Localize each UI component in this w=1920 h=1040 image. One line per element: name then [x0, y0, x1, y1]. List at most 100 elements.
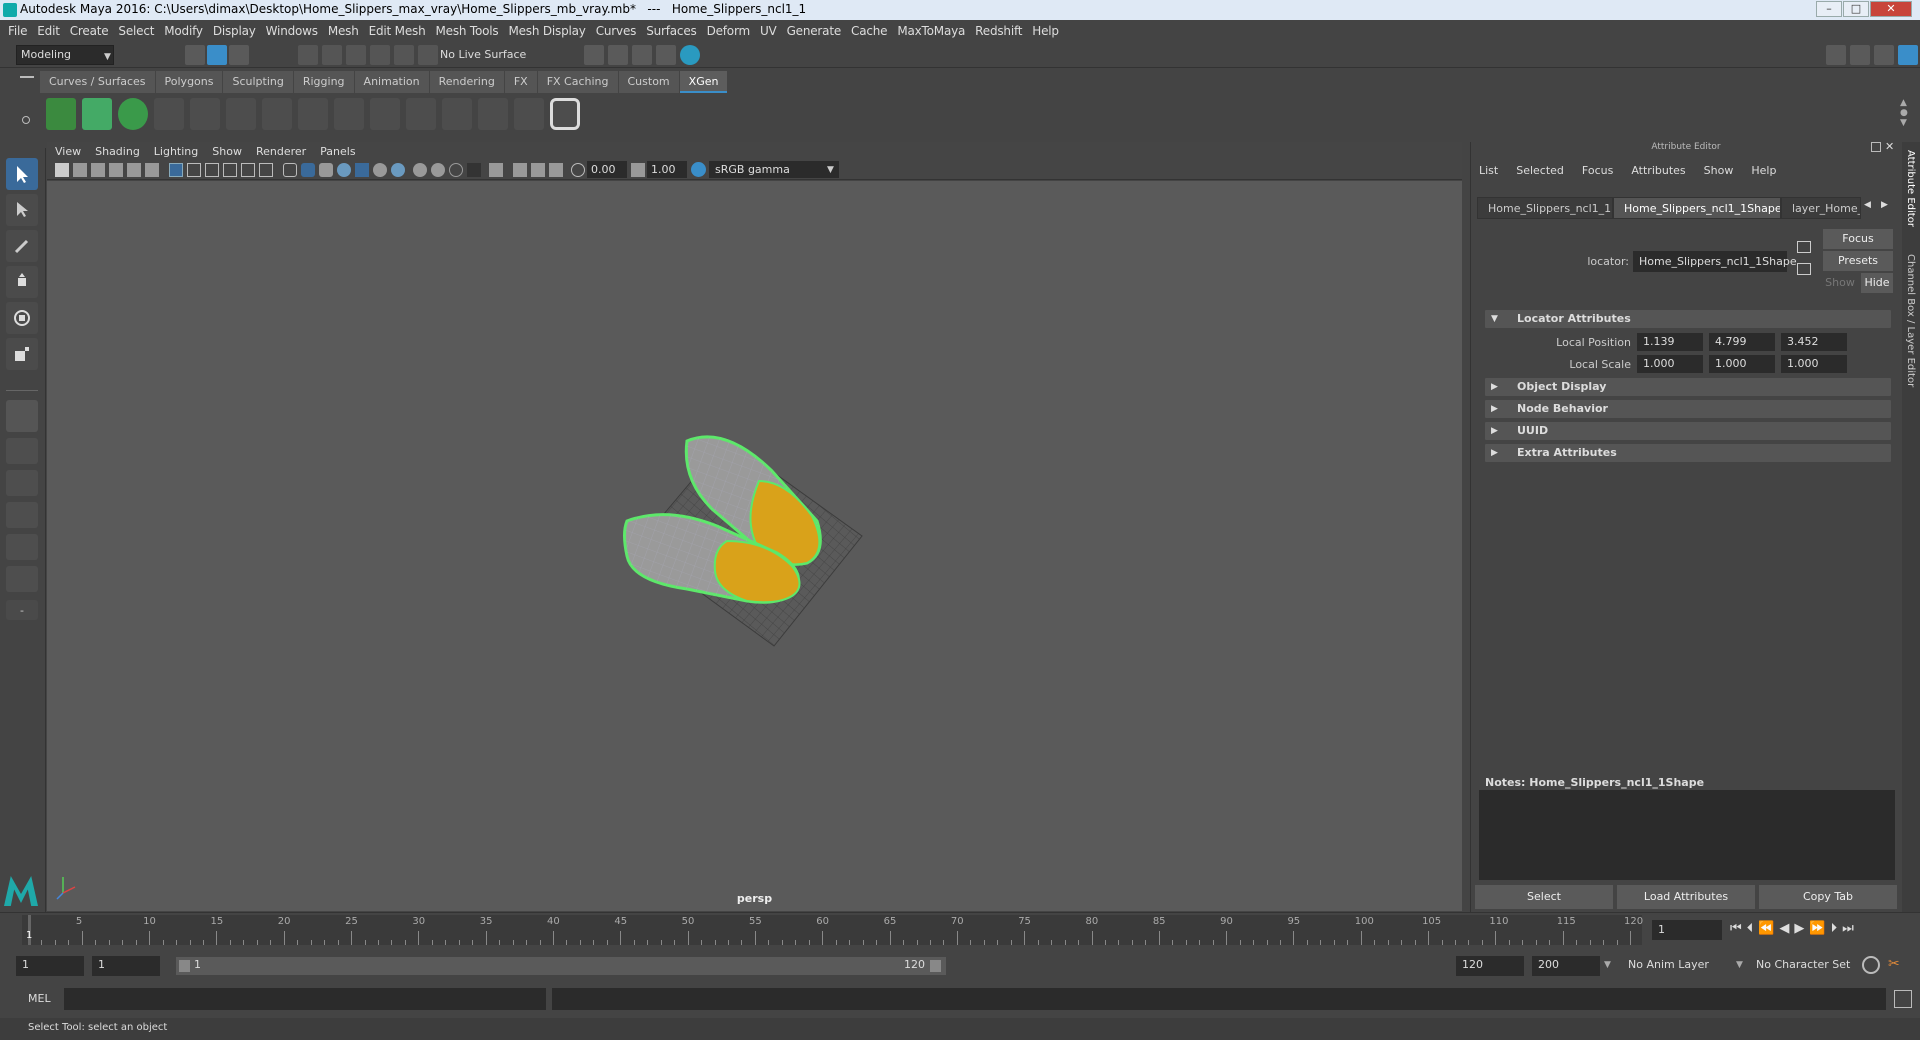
tab-scroll-left-icon[interactable]: ◀ — [1864, 200, 1871, 210]
section-locator-attributes[interactable]: ▼ Locator Attributes — [1485, 310, 1891, 328]
tab-shape-node[interactable]: Home_Slippers_ncl1_1Shape — [1613, 197, 1781, 219]
tab-curves-surfaces[interactable]: Curves / Surfaces — [40, 71, 155, 93]
tab-scroll-right-icon[interactable]: ▶ — [1881, 200, 1888, 210]
shaded-wireframe-icon[interactable] — [337, 163, 351, 177]
xgen-add-guide-icon[interactable] — [190, 98, 220, 130]
snap-point-icon[interactable] — [346, 45, 366, 65]
xray-joints-icon[interactable] — [549, 163, 563, 177]
menu-mesh-tools[interactable]: Mesh Tools — [433, 24, 506, 38]
ae-menu-selected[interactable]: Selected — [1516, 164, 1564, 177]
gate-mask-icon[interactable] — [223, 163, 237, 177]
show-button[interactable]: Show — [1823, 276, 1857, 289]
menuset-dropdown[interactable]: Modeling — [16, 45, 114, 65]
menu-uv[interactable]: UV — [758, 24, 785, 38]
make-live-icon[interactable] — [418, 45, 438, 65]
go-to-output-icon[interactable] — [1797, 263, 1811, 275]
image-plane-icon[interactable] — [109, 163, 123, 177]
ae-menu-show[interactable]: Show — [1704, 164, 1734, 177]
tab-fx[interactable]: FX — [504, 71, 537, 93]
step-forward-key-icon[interactable]: ⏩ — [1809, 921, 1830, 936]
go-to-start-icon[interactable]: ⏮ — [1730, 921, 1747, 936]
load-attributes-button[interactable]: Load Attributes — [1617, 885, 1755, 909]
vp-menu-shading[interactable]: Shading — [95, 145, 140, 158]
minimize-button[interactable]: – — [1816, 1, 1842, 17]
play-back-icon[interactable]: ◀ — [1779, 921, 1794, 936]
use-lights-icon[interactable] — [373, 163, 387, 177]
xgen-layers-icon[interactable] — [370, 98, 400, 130]
select-tool-icon[interactable] — [6, 158, 38, 190]
presets-button[interactable]: Presets — [1823, 251, 1893, 271]
focus-button[interactable]: Focus — [1823, 229, 1893, 249]
four-view-layout-icon[interactable] — [6, 438, 38, 464]
xgen-create-description-icon[interactable] — [118, 98, 148, 130]
grease-pencil-icon[interactable] — [145, 163, 159, 177]
local-position-y-field[interactable]: 4.799 — [1709, 333, 1775, 351]
step-back-icon[interactable]: ⏴ — [1747, 921, 1759, 936]
scene-start-field[interactable]: 1 — [16, 956, 84, 976]
section-extra-attributes[interactable]: ▶ Extra Attributes — [1485, 444, 1891, 462]
xgen-delete-icon[interactable] — [514, 98, 544, 130]
snap-grid-icon[interactable] — [298, 45, 318, 65]
menu-mesh[interactable]: Mesh — [326, 24, 367, 38]
range-end-handle[interactable] — [930, 960, 941, 972]
menu-edit[interactable]: Edit — [35, 24, 67, 38]
section-node-behavior[interactable]: ▶ Node Behavior — [1485, 400, 1891, 418]
render-view-icon[interactable] — [584, 45, 604, 65]
custom-layout-icon[interactable] — [6, 566, 38, 592]
shelf-options-gear-icon[interactable] — [22, 116, 30, 124]
section-object-display[interactable]: ▶ Object Display — [1485, 378, 1891, 396]
current-frame-field[interactable]: 1 — [1652, 920, 1722, 940]
antialiasing-icon[interactable] — [449, 163, 463, 177]
2d-pan-zoom-icon[interactable] — [127, 163, 141, 177]
playback-end-field[interactable]: 120 — [1456, 956, 1524, 976]
close-button[interactable]: ✕ — [1870, 1, 1912, 17]
vp-menu-show[interactable]: Show — [212, 145, 242, 158]
motion-blur-icon[interactable] — [431, 163, 445, 177]
menu-mesh-display[interactable]: Mesh Display — [506, 24, 593, 38]
xgen-guides-icon[interactable] — [154, 98, 184, 130]
hypershade-icon[interactable] — [680, 45, 700, 65]
tab-layer-node[interactable]: layer_Home_S — [1781, 197, 1861, 219]
range-start-handle[interactable] — [179, 960, 190, 972]
tab-rendering[interactable]: Rendering — [429, 71, 504, 93]
local-position-z-field[interactable]: 3.452 — [1781, 333, 1847, 351]
ae-menu-list[interactable]: List — [1479, 164, 1498, 177]
xgen-sculpt-guide-icon[interactable] — [226, 98, 256, 130]
menu-display[interactable]: Display — [211, 24, 264, 38]
go-to-end-icon[interactable]: ⏭ — [1842, 921, 1859, 936]
notes-textarea[interactable] — [1479, 790, 1895, 880]
local-scale-z-field[interactable]: 1.000 — [1781, 355, 1847, 373]
tab-transform-node[interactable]: Home_Slippers_ncl1_1 — [1477, 197, 1613, 219]
animation-prefs-icon[interactable]: ✂ — [1888, 956, 1900, 972]
camera-attr-icon[interactable] — [73, 163, 87, 177]
tab-custom[interactable]: Custom — [618, 71, 679, 93]
paint-select-tool-icon[interactable] — [6, 230, 38, 262]
persp-hypershade-layout-icon[interactable] — [6, 534, 38, 560]
auto-key-icon[interactable] — [1862, 956, 1880, 974]
film-gate-icon[interactable] — [187, 163, 201, 177]
copy-tab-button[interactable]: Copy Tab — [1759, 885, 1897, 909]
menu-redshift[interactable]: Redshift — [973, 24, 1030, 38]
step-back-key-icon[interactable]: ⏪ — [1758, 921, 1779, 936]
section-uuid[interactable]: ▶ UUID — [1485, 422, 1891, 440]
select-button[interactable]: Select — [1475, 885, 1613, 909]
local-scale-y-field[interactable]: 1.000 — [1709, 355, 1775, 373]
exposure-field[interactable]: 0.00 — [587, 161, 627, 178]
snap-curve-icon[interactable] — [322, 45, 342, 65]
channel-box-toggle-icon[interactable] — [1898, 45, 1918, 65]
bookmark-icon[interactable] — [91, 163, 105, 177]
resolution-gate-icon[interactable] — [205, 163, 219, 177]
ae-menu-focus[interactable]: Focus — [1582, 164, 1613, 177]
vp-menu-panels[interactable]: Panels — [320, 145, 355, 158]
lasso-tool-icon[interactable] — [6, 194, 38, 226]
range-slider[interactable]: 1 120 — [176, 957, 946, 975]
snap-view-plane-icon[interactable] — [370, 45, 390, 65]
default-material-icon[interactable] — [319, 163, 333, 177]
menu-select[interactable]: Select — [116, 24, 162, 38]
tool-settings-toggle-icon[interactable] — [1874, 45, 1894, 65]
menu-help[interactable]: Help — [1030, 24, 1067, 38]
side-tab-channel-box[interactable]: Channel Box / Layer Editor — [1905, 254, 1916, 387]
gamma-field[interactable]: 1.00 — [647, 161, 687, 178]
tab-animation[interactable]: Animation — [354, 71, 429, 93]
hide-button[interactable]: Hide — [1861, 273, 1893, 293]
